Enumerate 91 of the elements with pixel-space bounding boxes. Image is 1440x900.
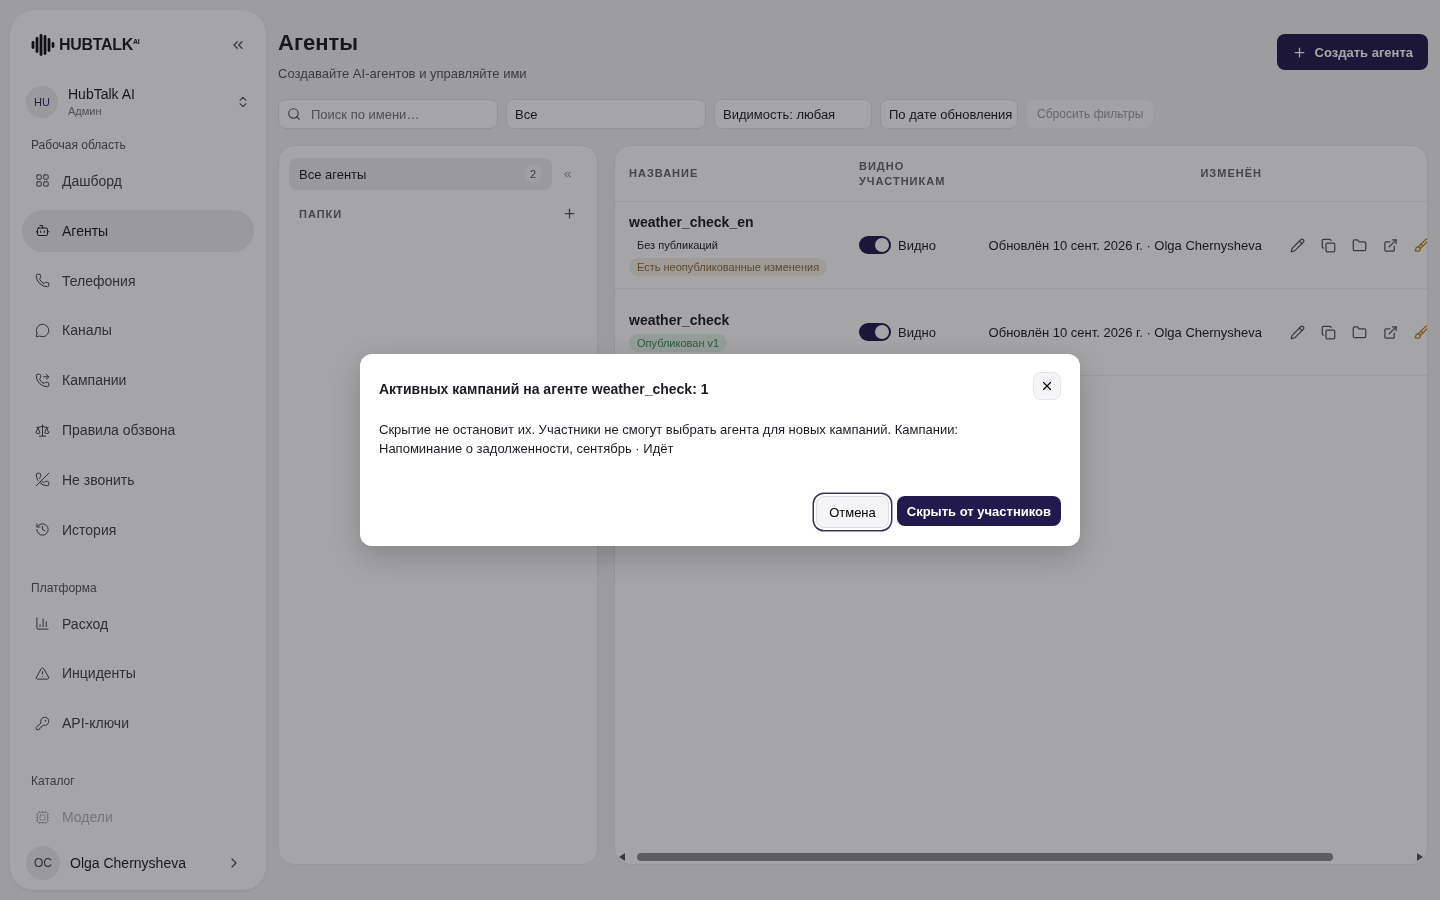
pencil-icon[interactable] xyxy=(1290,324,1305,340)
chip-icon xyxy=(35,809,50,825)
agent-name[interactable]: weather_check_en xyxy=(629,214,754,230)
copy-icon[interactable] xyxy=(1321,324,1336,340)
section-title: Рабочая область xyxy=(30,137,127,152)
sort-select[interactable]: По дате обновления xyxy=(880,99,1018,129)
create-agent-button[interactable]: Создать агента xyxy=(1276,34,1428,70)
folders-heading: ПАПКИ xyxy=(299,207,343,220)
bot-icon xyxy=(35,223,50,239)
status-badge: Опубликован v1 xyxy=(629,334,728,352)
nav-label: Телефония xyxy=(62,272,136,289)
external-link-icon[interactable] xyxy=(1383,237,1398,253)
status-text: Без публикаций xyxy=(636,238,719,253)
nav-label: Агенты xyxy=(62,222,109,239)
phone-icon xyxy=(35,273,50,288)
nav-item[interactable]: API-ключи xyxy=(22,702,254,745)
updated-cell-text: Обновлён 10 сент. 2026 г. · Olga Chernysheva xyxy=(987,237,1262,253)
cancel-button[interactable]: Отмена xyxy=(816,496,889,528)
nav-item[interactable]: Инциденты xyxy=(22,652,254,695)
external-link-icon[interactable] xyxy=(1383,324,1398,340)
nav-item[interactable]: Расход xyxy=(22,602,254,645)
scroll-right-icon[interactable] xyxy=(1417,853,1423,861)
brush-icon[interactable] xyxy=(1414,237,1427,253)
workspace-role: Админ xyxy=(68,105,103,118)
key-icon xyxy=(35,715,50,731)
nav-label: Дашборд xyxy=(62,172,122,189)
nav-label: Каналы xyxy=(62,322,112,339)
horizontal-scrollbar[interactable] xyxy=(619,852,1423,862)
phone-forward-icon xyxy=(35,372,50,388)
nav-label: Правила обзвона xyxy=(62,422,176,439)
nav-item[interactable]: История xyxy=(22,508,254,551)
page-subtitle: Создавайте AI-агентов и управляйте ими xyxy=(278,66,527,81)
history-icon xyxy=(35,522,50,538)
hide-button[interactable]: Скрыть от участников xyxy=(896,496,1061,526)
search-icon xyxy=(287,107,301,121)
visibility-label: Видно xyxy=(898,237,936,253)
dialog-title: Активных кампаний на агенте weather_check: 1 xyxy=(379,381,709,397)
user-avatar: OC xyxy=(26,846,60,881)
page-title: Агенты xyxy=(278,30,360,56)
nav-item[interactable]: Агенты xyxy=(22,209,254,252)
waveform-logo-icon xyxy=(30,32,56,57)
scales-icon xyxy=(35,422,50,438)
status-badge: Есть неопубликованные изменения xyxy=(629,258,828,276)
search-field[interactable]: Поиск по имени… xyxy=(278,99,498,129)
nav-label: API-ключи xyxy=(62,715,129,732)
nav-item[interactable]: Каналы xyxy=(22,309,254,352)
nav-label: Не звонить xyxy=(62,471,135,488)
folder-icon[interactable] xyxy=(1352,237,1367,253)
bar-chart-icon xyxy=(35,616,50,632)
user-name: Olga Chernysheva xyxy=(70,855,187,872)
nav-item[interactable]: Не звонить xyxy=(22,458,254,501)
column-header: ВИДНО УЧАСТНИКАМ xyxy=(859,158,947,189)
nav-label: Кампании xyxy=(62,372,127,389)
brush-icon[interactable] xyxy=(1414,324,1427,340)
close-button[interactable] xyxy=(1033,372,1061,400)
plus-icon xyxy=(1291,44,1307,60)
phone-off-icon xyxy=(35,472,50,488)
column-header: НАЗВАНИЕ xyxy=(629,166,700,181)
count-badge: 2 xyxy=(524,165,542,183)
nav-item[interactable]: Телефония xyxy=(22,259,254,302)
logo-text: HUBTALK$^{AI}$ xyxy=(59,35,140,54)
agent-name[interactable]: weather_check xyxy=(629,312,730,328)
column-header: ИЗМЕНЁН xyxy=(1199,166,1262,181)
folder-icon[interactable] xyxy=(1352,324,1367,340)
chat-icon xyxy=(35,322,50,338)
grid-icon xyxy=(35,173,50,189)
close-icon xyxy=(1040,379,1054,393)
updated-cell-text: Обновлён 10 сент. 2026 г. · Olga Chernysheva xyxy=(987,324,1262,340)
visibility-select[interactable]: Видимость: любая xyxy=(714,99,872,129)
nav-item[interactable]: Дашборд xyxy=(22,159,254,202)
visibility-label: Видно xyxy=(898,324,936,340)
workspace-avatar: HU xyxy=(26,85,58,118)
section-title: Платформа xyxy=(30,580,98,595)
warning-icon xyxy=(35,665,50,681)
nav-label: Инциденты xyxy=(62,665,136,682)
nav-label: История xyxy=(62,521,117,538)
nav-item[interactable]: Правила обзвона xyxy=(22,409,254,451)
scroll-left-icon[interactable] xyxy=(619,853,625,861)
pencil-icon[interactable] xyxy=(1290,237,1305,253)
all-agents-item[interactable]: Все агенты 2 xyxy=(289,158,552,190)
status-select[interactable]: Все xyxy=(506,99,706,129)
visibility-toggle[interactable] xyxy=(859,236,891,254)
visibility-toggle[interactable] xyxy=(859,323,891,341)
dialog-message: Скрытие не остановит их. Участники не смогут выбрать агента для новых кампаний. Кампании: Напоминание о задолженности, сентябрь · Идёт xyxy=(379,421,960,458)
copy-icon[interactable] xyxy=(1321,237,1336,253)
nav-label: Расход xyxy=(62,615,109,632)
nav-item[interactable]: Кампании xyxy=(22,359,254,402)
section-title: Каталог xyxy=(30,774,76,789)
search-input[interactable]: Поиск по имени… xyxy=(309,105,489,123)
workspace-name: HubTalk AI xyxy=(68,86,136,103)
add-folder-icon[interactable] xyxy=(562,206,577,221)
